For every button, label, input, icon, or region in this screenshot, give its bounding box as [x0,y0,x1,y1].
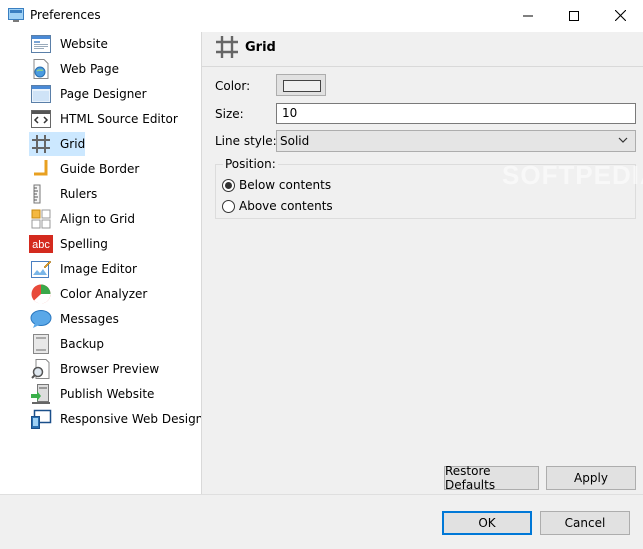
sidebar-item-html-source-editor[interactable]: HTML Source Editor [29,107,178,131]
window-title: Preferences [30,8,101,22]
sidebar-item-label: Rulers [60,187,98,201]
sidebar-item-website[interactable]: Website [29,32,108,56]
grid-icon [29,132,53,156]
size-input[interactable]: 10 [276,103,636,124]
sidebar-item-label: Color Analyzer [60,287,148,301]
line-style-label: Line style: [215,134,277,148]
header-divider [202,66,643,67]
title-bar: Preferences [0,0,643,32]
cancel-button[interactable]: Cancel [540,511,630,535]
rulers-icon [29,182,53,206]
sidebar-item-publish-website[interactable]: Publish Website [29,382,154,406]
sidebar-item-guide-border[interactable]: Guide Border [29,157,139,181]
sidebar-item-browser-preview[interactable]: Browser Preview [29,357,159,381]
publish-website-icon [29,382,53,406]
sidebar-item-label: Backup [60,337,104,351]
category-list: Website Web Page Page Designer HTML Sour… [0,32,203,494]
sidebar-item-label: Web Page [60,62,120,76]
sidebar-item-label: Website [60,37,108,51]
align-to-grid-icon [29,207,53,231]
image-editor-icon [29,257,53,281]
sidebar-item-label: Messages [60,312,119,326]
sidebar-item-label: Image Editor [60,262,137,276]
sidebar-item-label: Page Designer [60,87,147,101]
sidebar-item-label: Align to Grid [60,212,135,226]
restore-defaults-button[interactable]: Restore Defaults [444,464,539,492]
sidebar-item-spelling[interactable]: abc Spelling [29,232,108,256]
html-source-icon [29,107,53,131]
spelling-icon: abc [29,232,53,256]
close-button[interactable] [597,0,643,31]
grid-icon [214,34,242,62]
sidebar-item-label: Responsive Web Design [60,412,204,426]
sidebar-item-label: Grid [60,137,86,151]
apply-button[interactable]: Apply [546,466,636,490]
sidebar-item-grid[interactable]: Grid [29,132,86,156]
page-designer-icon [29,82,53,106]
messages-icon [29,307,53,331]
panel-title: Grid [245,40,276,55]
dialog-footer: OK Cancel [0,494,643,549]
website-icon [29,32,53,56]
radio-label: Below contents [239,178,332,192]
sidebar-item-messages[interactable]: Messages [29,307,119,331]
sidebar-item-page-designer[interactable]: Page Designer [29,82,147,106]
sidebar-item-image-editor[interactable]: Image Editor [29,257,137,281]
maximize-button[interactable] [551,0,597,31]
radio-label: Above contents [239,199,333,213]
line-style-select[interactable]: Solid [276,130,636,152]
position-label: Position: [223,157,278,171]
sidebar-item-label: Browser Preview [60,362,160,376]
panel-header: Grid [202,32,643,66]
browser-preview-icon [29,357,53,381]
sidebar-item-color-analyzer[interactable]: Color Analyzer [29,282,147,306]
line-style-value: Solid [280,134,310,148]
close-icon [614,10,626,21]
radio-button[interactable] [222,199,235,213]
color-label: Color: [215,79,251,93]
sidebar-item-rulers[interactable]: Rulers [29,182,97,206]
svg-text:abc: abc [32,239,50,251]
sidebar-item-responsive-web-design[interactable]: Responsive Web Design [29,407,203,431]
minimize-button[interactable] [505,0,551,31]
sidebar-item-label: HTML Source Editor [60,112,178,126]
web-page-icon [29,57,53,81]
radio-below-contents[interactable]: Below contents [222,177,331,193]
minimize-icon [523,15,533,16]
sidebar-item-align-to-grid[interactable]: Align to Grid [29,207,135,231]
guide-border-icon [29,157,53,181]
sidebar-item-label: Spelling [60,237,108,251]
sidebar-item-web-page[interactable]: Web Page [29,57,119,81]
color-picker-button[interactable] [276,74,326,96]
color-analyzer-icon [29,282,53,306]
app-icon [8,8,24,22]
responsive-design-icon [29,407,53,431]
chevron-down-icon [618,137,628,143]
maximize-icon [569,10,579,21]
radio-button[interactable] [222,178,235,192]
sidebar-item-label: Publish Website [60,387,155,401]
radio-above-contents[interactable]: Above contents [222,198,333,214]
color-swatch [283,80,321,92]
ok-button[interactable]: OK [442,511,532,535]
sidebar-item-label: Guide Border [60,162,140,176]
backup-icon [29,332,53,356]
settings-panel: Grid Color: Size: 10 Line style: Solid P… [202,32,643,494]
sidebar-item-backup[interactable]: Backup [29,332,104,356]
size-label: Size: [215,107,244,121]
